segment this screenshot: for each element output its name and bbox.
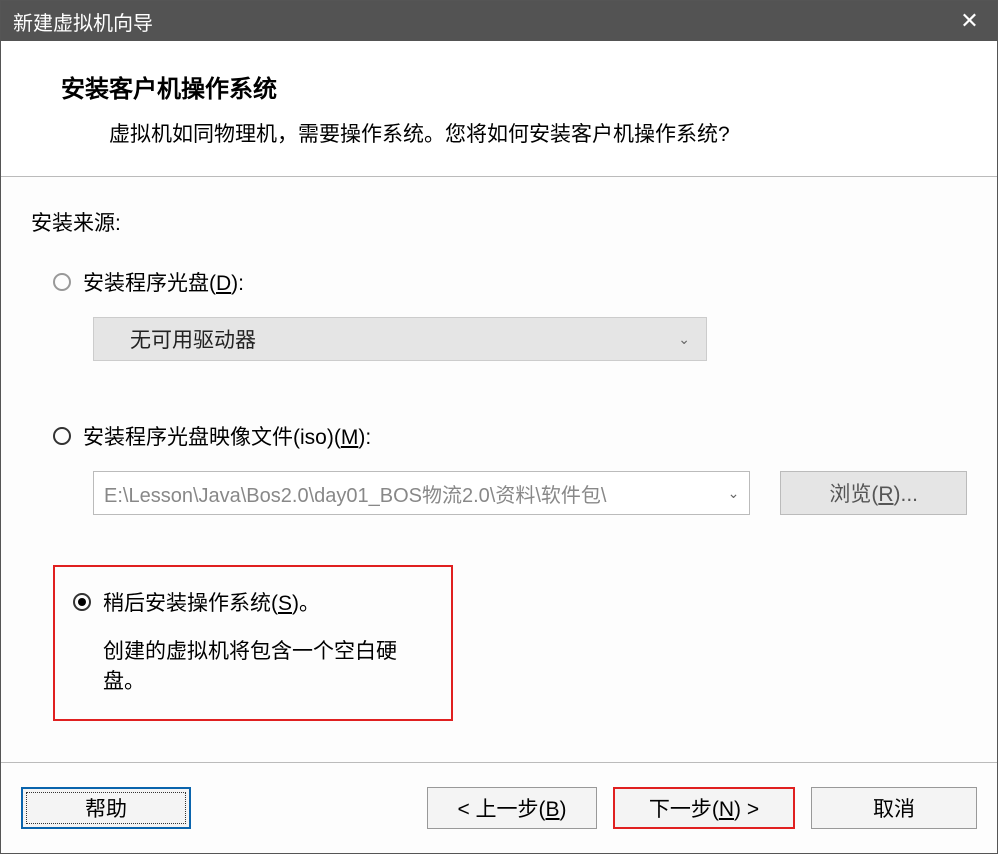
wizard-header: 安装客户机操作系统 虚拟机如同物理机，需要操作系统。您将如何安装客户机操作系统?	[1, 41, 997, 177]
close-icon: ✕	[960, 8, 978, 34]
radio-installer-disc[interactable]: 安装程序光盘(D):	[53, 267, 967, 297]
install-source-label: 安装来源:	[31, 207, 967, 237]
nav-buttons: < 上一步(B) 下一步(N) > 取消	[427, 787, 977, 829]
radio-icon	[73, 593, 91, 611]
drive-select-text: 无可用驱动器	[130, 324, 256, 354]
selected-option-highlight: 稍后安装操作系统(S)。 创建的虚拟机将包含一个空白硬盘。	[53, 565, 453, 721]
window-title: 新建虚拟机向导	[13, 7, 153, 36]
install-later-desc: 创建的虚拟机将包含一个空白硬盘。	[103, 635, 433, 695]
radio-install-later[interactable]: 稍后安装操作系统(S)。	[73, 587, 433, 617]
titlebar: 新建虚拟机向导 ✕	[1, 1, 997, 41]
iso-path-text: E:\Lesson\Java\Bos2.0\day01_BOS物流2.0\资料\…	[104, 479, 606, 508]
close-button[interactable]: ✕	[942, 1, 997, 41]
back-button[interactable]: < 上一步(B)	[427, 787, 597, 829]
iso-row: E:\Lesson\Java\Bos2.0\day01_BOS物流2.0\资料\…	[53, 471, 967, 515]
chevron-down-icon: ⌄	[678, 331, 690, 348]
cancel-button[interactable]: 取消	[811, 787, 977, 829]
radio-icon	[53, 273, 71, 291]
iso-path-input[interactable]: E:\Lesson\Java\Bos2.0\day01_BOS物流2.0\资料\…	[93, 471, 750, 515]
radio-icon	[53, 427, 71, 445]
radio-iso-image[interactable]: 安装程序光盘映像文件(iso)(M):	[53, 421, 967, 451]
help-button[interactable]: 帮助	[21, 787, 191, 829]
drive-select[interactable]: 无可用驱动器 ⌄	[93, 317, 707, 361]
radio-label-later: 稍后安装操作系统(S)。	[103, 587, 320, 617]
page-title: 安装客户机操作系统	[61, 69, 967, 104]
radio-label-iso: 安装程序光盘映像文件(iso)(M):	[83, 421, 371, 451]
browse-button[interactable]: 浏览(R)...	[780, 471, 967, 515]
next-button[interactable]: 下一步(N) >	[613, 787, 795, 829]
wizard-content: 安装来源: 安装程序光盘(D): 无可用驱动器 ⌄ 安装程序光盘映像文件(iso…	[1, 177, 997, 762]
wizard-window: 新建虚拟机向导 ✕ 安装客户机操作系统 虚拟机如同物理机，需要操作系统。您将如何…	[0, 0, 998, 854]
option-group: 安装程序光盘(D): 无可用驱动器 ⌄ 安装程序光盘映像文件(iso)(M): …	[53, 267, 967, 721]
radio-label-disc: 安装程序光盘(D):	[83, 267, 244, 297]
page-description: 虚拟机如同物理机，需要操作系统。您将如何安装客户机操作系统?	[109, 118, 967, 148]
chevron-down-icon: ⌄	[728, 485, 740, 502]
wizard-footer: 帮助 < 上一步(B) 下一步(N) > 取消	[1, 762, 997, 853]
